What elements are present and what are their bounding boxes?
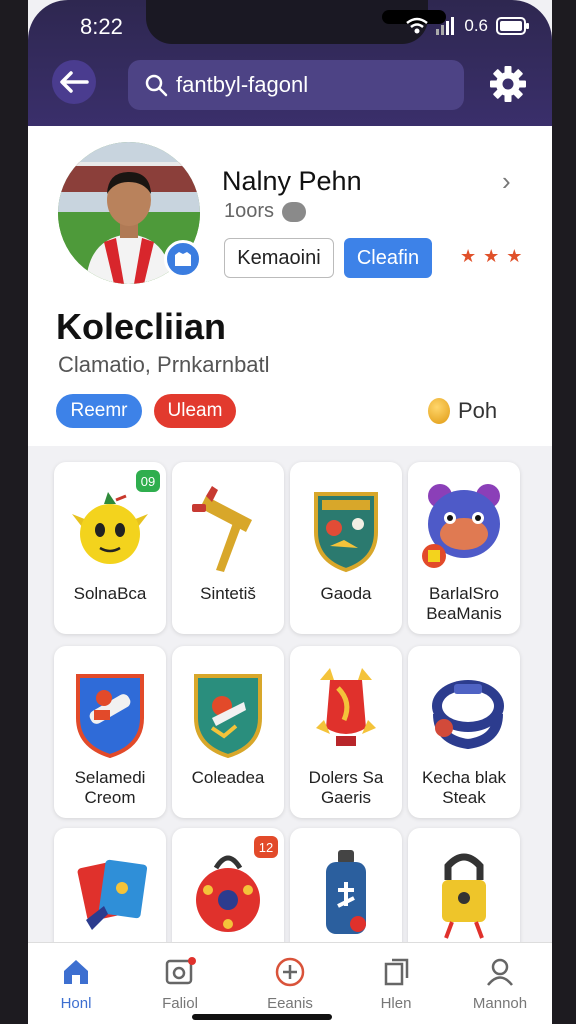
coin-icon	[428, 398, 450, 424]
toggle-pill-icon	[282, 201, 307, 222]
card-label: BarlalSro BeaManis	[426, 584, 502, 623]
arrow-left-icon	[60, 71, 89, 93]
yellow-lock-icon	[442, 853, 486, 939]
nav-label: Mannoh	[472, 995, 528, 1012]
nav-item-gallery[interactable]: Faliol	[140, 955, 220, 1012]
chevron-right-icon[interactable]: ›	[502, 166, 511, 197]
card-label: Kecha blak Steak	[421, 768, 507, 807]
blue-shield-icon	[76, 674, 144, 758]
collection-card[interactable]: Kecha blak Steak	[408, 646, 520, 818]
wristband-icon	[432, 680, 504, 750]
filter-chip-red[interactable]: Uleam	[154, 394, 236, 428]
card-badge: 12	[254, 836, 278, 858]
collection-card[interactable]: BarlalSro BeaManis	[408, 462, 520, 634]
green-shield-icon	[194, 674, 262, 758]
gear-icon	[490, 66, 526, 102]
profile-section: Nalny Pehn › 1oors Kemaoini Cleafin ★ ★ …	[28, 126, 552, 446]
nav-item-profile[interactable]: Mannoh	[460, 955, 540, 1012]
card-label: Gaoda	[320, 584, 372, 603]
coin-text: Poh	[458, 398, 498, 423]
plus-circle-icon	[275, 957, 305, 987]
nav-label: Faliol	[162, 995, 198, 1012]
rating-stars: ★ ★ ★	[460, 246, 524, 266]
search-input[interactable]	[176, 72, 436, 98]
bottle-icon	[326, 850, 366, 934]
purple-bear-icon	[422, 484, 500, 568]
settings-button[interactable]	[488, 64, 528, 104]
card-label: Dolers Sa Gaeris	[308, 768, 384, 807]
camera-notch	[146, 0, 446, 44]
home-icon	[64, 960, 88, 984]
collection-grid: 09 SolnaBca Sintetiš Gaoda BarlalSro Bea…	[28, 446, 552, 1000]
shield-crest-icon	[314, 492, 378, 573]
profile-icon	[487, 958, 513, 986]
status-time: 8:22	[80, 14, 123, 39]
status-icons: 0.6	[406, 16, 530, 36]
collection-card[interactable]: 09 SolnaBca	[54, 462, 166, 634]
profile-name: Nalny Pehn	[222, 166, 362, 196]
bottom-navigation: Honl Faliol Eeanis Hlen Mannoh	[28, 942, 552, 1024]
collection-card[interactable]: Coleadea	[172, 646, 284, 818]
nav-label: Hlen	[380, 995, 412, 1012]
back-button[interactable]	[52, 60, 96, 104]
filter-chip-blue[interactable]: Reemr	[56, 394, 142, 428]
collection-card[interactable]: Gaoda	[290, 462, 402, 634]
card-label: SolnaBca	[73, 584, 147, 603]
card-badge: 09	[136, 470, 160, 492]
card-label: Selamedi Creom	[74, 768, 146, 807]
collection-card[interactable]: Dolers Sa Gaeris	[290, 646, 402, 818]
search-icon	[145, 74, 168, 97]
collection-card[interactable]: Selamedi Creom	[54, 646, 166, 818]
primary-button[interactable]: Cleafin	[344, 238, 432, 278]
verified-badge-icon	[164, 240, 202, 278]
card-label: Sintetiš	[200, 584, 256, 603]
nav-item-home[interactable]: Honl	[36, 955, 116, 1012]
coin-balance: Poh	[428, 398, 497, 424]
hammer-icon	[192, 486, 252, 572]
nav-label: Eeanis	[267, 995, 313, 1012]
search-bar[interactable]	[128, 60, 464, 110]
card-packs-icon	[77, 859, 148, 930]
app-header: 8:22 0.6	[28, 0, 552, 126]
profile-meta: 1oors	[224, 200, 307, 223]
app-screen: 8:22 0.6 fantbyl-fagonl Nalny Pehn › 1oo…	[28, 0, 552, 1024]
wifi-icon	[406, 17, 429, 34]
collection-card[interactable]: Sintetiš	[172, 462, 284, 634]
home-indicator[interactable]	[192, 1014, 332, 1020]
secondary-button[interactable]: Kemaoini	[224, 238, 334, 278]
battery-percent: 0.6	[464, 16, 488, 35]
profile-count: 1oors	[224, 200, 275, 222]
gallery-icon	[165, 957, 196, 985]
red-trophy-icon	[316, 668, 376, 746]
page-subtitle: Clamatio, Prnkarnbatl	[58, 352, 270, 377]
bookmark-icon	[384, 958, 409, 986]
signal-icon	[436, 17, 455, 35]
nav-item-add[interactable]: Eeanis	[250, 955, 330, 1012]
nav-item-saved[interactable]: Hlen	[356, 955, 436, 1012]
page-title: Kolecliian	[56, 306, 227, 347]
card-label: Coleadea	[191, 768, 265, 787]
battery-icon	[496, 17, 529, 35]
nav-label: Honl	[60, 995, 92, 1012]
